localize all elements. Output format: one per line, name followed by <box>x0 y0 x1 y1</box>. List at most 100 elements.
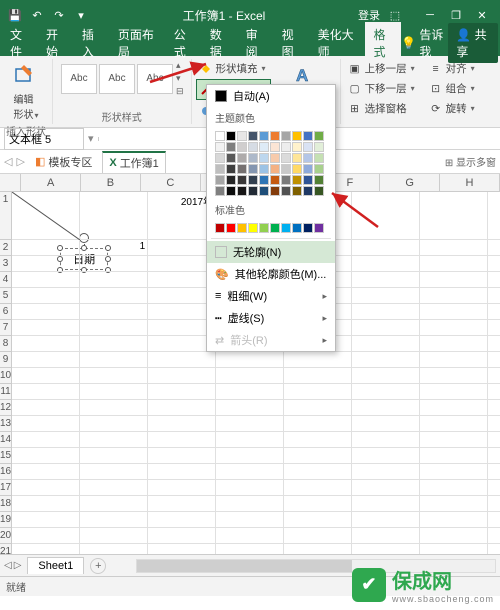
cell[interactable] <box>80 432 148 448</box>
color-swatch[interactable] <box>226 153 236 163</box>
cell[interactable] <box>420 512 488 528</box>
cell[interactable] <box>352 544 420 554</box>
menu-format[interactable]: 格式 <box>365 22 401 64</box>
gallery-up-icon[interactable]: ▴ <box>175 59 185 72</box>
color-swatch[interactable] <box>248 131 258 141</box>
cell[interactable] <box>12 192 80 240</box>
cell[interactable] <box>420 240 488 256</box>
color-swatch[interactable] <box>259 186 269 196</box>
color-swatch[interactable] <box>237 131 247 141</box>
cell[interactable] <box>352 432 420 448</box>
cell[interactable] <box>12 384 80 400</box>
cell[interactable] <box>488 512 500 528</box>
minimize-button[interactable]: ─ <box>418 5 442 25</box>
tell-me[interactable]: 💡告诉我 <box>401 26 444 60</box>
cell[interactable] <box>80 192 148 240</box>
cell[interactable] <box>488 304 500 320</box>
cell[interactable] <box>352 304 420 320</box>
name-box-dropdown-icon[interactable]: ▾ <box>88 132 94 145</box>
cell[interactable] <box>420 304 488 320</box>
group-button[interactable]: ⊡组合▾ <box>426 79 478 98</box>
color-swatch[interactable] <box>281 153 291 163</box>
cell[interactable] <box>352 352 420 368</box>
cell[interactable] <box>80 368 148 384</box>
row-header[interactable]: 10 <box>0 368 11 384</box>
row-header[interactable]: 4 <box>0 272 11 288</box>
close-button[interactable]: ✕ <box>470 5 494 25</box>
bring-front-button[interactable]: ▣上移一层▾ <box>345 59 418 78</box>
cell[interactable] <box>80 288 148 304</box>
row-header[interactable]: 16 <box>0 464 11 480</box>
color-swatch[interactable] <box>281 131 291 141</box>
color-swatch[interactable] <box>226 223 236 233</box>
cell[interactable] <box>216 400 284 416</box>
cell[interactable] <box>420 496 488 512</box>
cell[interactable] <box>12 544 80 554</box>
cell[interactable] <box>80 480 148 496</box>
cell[interactable] <box>488 528 500 544</box>
shape-style-gallery[interactable]: Abc Abc Abc <box>59 62 175 96</box>
cell[interactable] <box>420 256 488 272</box>
row-header[interactable]: 1 <box>0 192 11 240</box>
color-swatch[interactable] <box>226 186 236 196</box>
cell[interactable] <box>12 400 80 416</box>
selection-pane-button[interactable]: ⊞选择窗格 <box>345 99 418 118</box>
color-swatch[interactable] <box>215 153 225 163</box>
cell[interactable] <box>352 400 420 416</box>
cell[interactable] <box>420 448 488 464</box>
cell[interactable] <box>420 528 488 544</box>
color-swatch[interactable] <box>215 131 225 141</box>
cell[interactable] <box>420 192 488 240</box>
color-swatch[interactable] <box>314 153 324 163</box>
color-swatch[interactable] <box>226 175 236 185</box>
color-swatch[interactable] <box>281 223 291 233</box>
cell[interactable] <box>352 496 420 512</box>
cell[interactable] <box>148 368 216 384</box>
cell[interactable] <box>216 464 284 480</box>
sheet-nav-prev-icon[interactable]: ◁ <box>4 560 12 571</box>
cell[interactable] <box>352 448 420 464</box>
color-swatch[interactable] <box>259 223 269 233</box>
cell[interactable] <box>420 352 488 368</box>
cell[interactable] <box>488 288 500 304</box>
restore-button[interactable]: ❐ <box>444 5 468 25</box>
cell[interactable] <box>12 416 80 432</box>
color-swatch[interactable] <box>237 186 247 196</box>
cell[interactable] <box>216 352 284 368</box>
row-header[interactable]: 12 <box>0 400 11 416</box>
color-swatch[interactable] <box>292 175 302 185</box>
login-link[interactable]: 登录 <box>358 7 380 23</box>
color-swatch[interactable] <box>270 142 280 152</box>
cell[interactable] <box>80 464 148 480</box>
color-swatch[interactable] <box>215 175 225 185</box>
tab-template-zone[interactable]: ◧模板专区 <box>29 152 98 172</box>
cell[interactable] <box>148 496 216 512</box>
cell[interactable] <box>352 256 420 272</box>
color-swatch[interactable] <box>292 223 302 233</box>
cell[interactable] <box>420 336 488 352</box>
row-header[interactable]: 18 <box>0 496 11 512</box>
gallery-more-icon[interactable]: ⊟ <box>175 85 185 98</box>
row-header[interactable]: 19 <box>0 512 11 528</box>
color-swatch[interactable] <box>270 164 280 174</box>
sheet-tab-sheet1[interactable]: Sheet1 <box>27 557 84 574</box>
name-box[interactable]: 文本框 5 <box>4 128 84 150</box>
row-header[interactable]: 5 <box>0 288 11 304</box>
color-swatch[interactable] <box>248 142 258 152</box>
cell[interactable] <box>488 336 500 352</box>
cell[interactable] <box>352 368 420 384</box>
color-swatch[interactable] <box>270 186 280 196</box>
cell[interactable] <box>12 448 80 464</box>
cell[interactable] <box>80 416 148 432</box>
cell[interactable] <box>148 464 216 480</box>
cell[interactable] <box>12 368 80 384</box>
menu-data[interactable]: 数据 <box>202 22 238 64</box>
weight-item[interactable]: ≡粗细(W)▸ <box>207 285 335 307</box>
cell[interactable] <box>148 480 216 496</box>
color-swatch[interactable] <box>281 164 291 174</box>
color-swatch[interactable] <box>226 142 236 152</box>
cell[interactable] <box>80 256 148 272</box>
cell[interactable] <box>284 512 352 528</box>
color-swatch[interactable] <box>237 153 247 163</box>
cell[interactable] <box>80 320 148 336</box>
